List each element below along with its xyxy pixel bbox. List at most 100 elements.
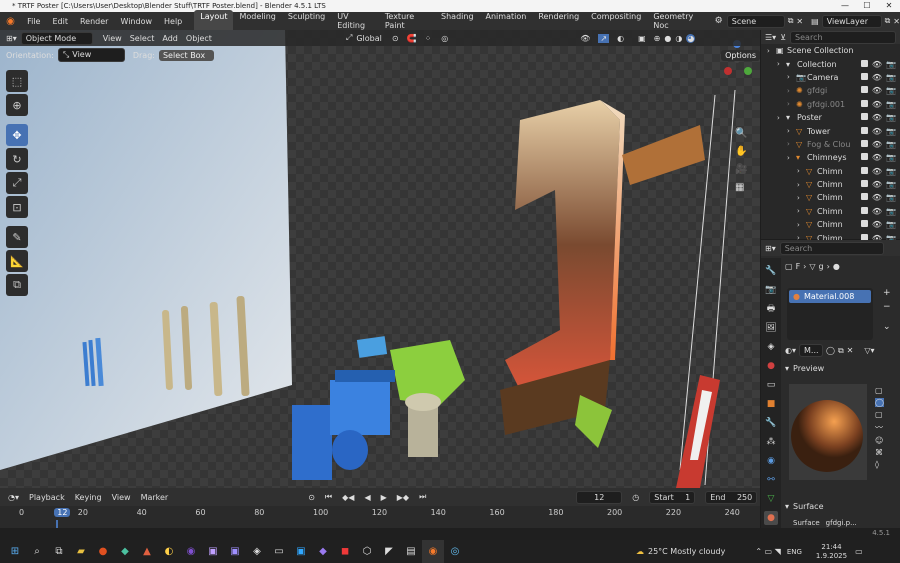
viber-icon[interactable]: ◉ (180, 540, 202, 563)
visibility-icon[interactable]: 👁 (580, 34, 590, 43)
preview-hair-icon[interactable]: 〰 (875, 422, 884, 433)
outliner-row[interactable]: › ▾ Chimneys 👁 📷 (761, 151, 900, 164)
animate-icon[interactable]: ▣ (202, 540, 224, 563)
exclude-checkbox[interactable] (860, 72, 868, 80)
outliner-row[interactable]: › ✺ gfdgi.001 👁 📷 (761, 98, 900, 111)
outliner-row[interactable]: › ▽ Chimn 👁 📷 (761, 178, 900, 191)
steam-icon[interactable]: ◎ (444, 540, 466, 563)
tree-arrow-icon[interactable]: › (787, 154, 796, 162)
language-label[interactable]: ENG (787, 548, 802, 556)
drag-selector[interactable]: Select Box (158, 49, 215, 61)
outliner-row[interactable]: › ▣ Scene Collection (761, 44, 900, 57)
material-browse-icon[interactable]: ◐▾ (785, 346, 796, 355)
data-tab-icon[interactable]: ▽ (764, 492, 778, 506)
duplicate-material-icon[interactable]: ⧉ (838, 346, 844, 356)
collection-tab-icon[interactable]: ▭ (764, 378, 778, 392)
copy-scene-icon[interactable]: ⧉ (788, 16, 794, 26)
workspace-tab[interactable]: Geometry Noc (647, 10, 708, 32)
exclude-checkbox[interactable] (860, 86, 868, 94)
remove-slot-button[interactable]: − (883, 302, 891, 312)
eye-icon[interactable]: 👁 (872, 127, 882, 136)
exclude-checkbox[interactable] (860, 99, 868, 107)
menu-render[interactable]: Render (74, 17, 114, 26)
photoshop-icon[interactable]: ▣ (290, 540, 312, 563)
viewport-menu-select[interactable]: Select (130, 34, 155, 43)
render-tab-icon[interactable]: 📷 (764, 283, 778, 297)
slot-menu-icon[interactable]: ⌄ (883, 322, 891, 332)
camera-render-icon[interactable]: 📷 (886, 86, 896, 95)
view-layer-tab-icon[interactable]: 🖼 (764, 321, 778, 335)
output-tab-icon[interactable]: 🖶 (764, 302, 778, 316)
ortho-grid-icon[interactable]: ▦ (735, 182, 747, 193)
exclude-checkbox[interactable] (860, 153, 868, 161)
exclude-checkbox[interactable] (860, 113, 868, 121)
camera-render-icon[interactable]: 📷 (886, 207, 896, 216)
camera-render-icon[interactable]: 📷 (886, 100, 896, 109)
tree-arrow-icon[interactable]: › (787, 87, 796, 95)
workspace-tab[interactable]: Animation (480, 10, 533, 32)
play-reverse-icon[interactable]: ◀ (364, 493, 370, 502)
timeline-type-icon[interactable]: ◔▾ (8, 493, 19, 502)
measure-tool-icon[interactable]: 📐 (6, 250, 28, 272)
clock[interactable]: 21:44 1.9.2025 (816, 543, 847, 561)
3d-viewport[interactable] (0, 30, 760, 488)
view-layer-selector[interactable]: ViewLayer (821, 14, 882, 28)
material-tab-icon[interactable]: ● (764, 511, 778, 525)
vivaldi-icon[interactable]: ◼ (334, 540, 356, 563)
preview-cube-icon[interactable]: ▢ (875, 410, 884, 419)
timeline-menu-playback[interactable]: Playback (29, 493, 65, 502)
app-icon[interactable]: ◆ (312, 540, 334, 563)
search-icon[interactable]: ⌕ (26, 540, 48, 563)
gizmo-icon[interactable]: ↗ (598, 33, 610, 43)
particles-tab-icon[interactable]: ⁂ (764, 435, 778, 449)
surface-panel-header[interactable]: ▾ Surface (785, 502, 824, 511)
constraints-tab-icon[interactable]: ⚯ (764, 473, 778, 487)
blender-taskbar-icon[interactable]: ◉ (422, 540, 444, 563)
tree-arrow-icon[interactable]: › (767, 47, 776, 55)
pivot-icon[interactable]: ⊙ (392, 34, 399, 43)
blender-logo-icon[interactable]: ◉ (0, 16, 21, 27)
snap-target-icon[interactable]: ⁘ (425, 34, 432, 43)
menu-edit[interactable]: Edit (46, 17, 74, 26)
play-icon[interactable]: ▶ (381, 493, 387, 502)
outliner-row[interactable]: › ▽ Chimn 👁 📷 (761, 205, 900, 218)
workspace-tab[interactable]: UV Editing (331, 10, 379, 32)
preview-flat-icon[interactable]: ▢ (875, 386, 884, 395)
jump-end-icon[interactable]: ⏭ (419, 492, 426, 502)
annotate-tool-icon[interactable]: ✎ (6, 226, 28, 248)
app-icon[interactable]: ⬡ (356, 540, 378, 563)
tree-arrow-icon[interactable]: › (797, 207, 806, 215)
jump-start-icon[interactable]: ⏮ (325, 492, 332, 502)
eye-icon[interactable]: 👁 (872, 220, 882, 229)
camera-render-icon[interactable]: 📷 (886, 60, 896, 69)
tree-arrow-icon[interactable]: › (787, 140, 796, 148)
transform-orientation-icon[interactable]: ⤢ (346, 33, 352, 43)
scene-tab-icon[interactable]: ◈ (764, 340, 778, 354)
playhead[interactable] (56, 520, 58, 528)
tree-arrow-icon[interactable]: › (777, 114, 786, 122)
timeline-menu-view[interactable]: View (112, 493, 131, 502)
proportional-edit-icon[interactable]: ◎ (441, 34, 448, 43)
app-icon[interactable]: ▤ (400, 540, 422, 563)
exclude-checkbox[interactable] (860, 193, 868, 201)
tool-tab-icon[interactable]: 🔧 (764, 264, 778, 278)
app-icon[interactable]: ▲ (136, 540, 158, 563)
autokey-icon[interactable]: ⊙ (308, 493, 315, 502)
material-name-field[interactable]: M... (799, 344, 823, 357)
app-icon[interactable]: ◤ (378, 540, 400, 563)
transform-tool-icon[interactable]: ⊡ (6, 196, 28, 218)
camera-render-icon[interactable]: 📷 (886, 220, 896, 229)
timeline-menu-marker[interactable]: Marker (141, 493, 169, 502)
eye-icon[interactable]: 👁 (872, 153, 882, 162)
outliner-row[interactable]: › ▾ Poster 👁 📷 (761, 111, 900, 124)
select-box-tool-icon[interactable]: ⬚ (6, 70, 28, 92)
snap-icon[interactable]: 🧲 (407, 34, 417, 43)
overlays-icon[interactable]: ◐ (617, 34, 624, 43)
eye-icon[interactable]: 👁 (872, 73, 882, 82)
camera-render-icon[interactable]: 📷 (886, 73, 896, 82)
clock-icon[interactable]: ◷ (632, 493, 639, 502)
windows-start-icon[interactable]: ⊞ (4, 540, 26, 563)
menu-window[interactable]: Window (114, 17, 158, 26)
camera-render-icon[interactable]: 📷 (886, 113, 896, 122)
camera-render-icon[interactable]: 📷 (886, 193, 896, 202)
